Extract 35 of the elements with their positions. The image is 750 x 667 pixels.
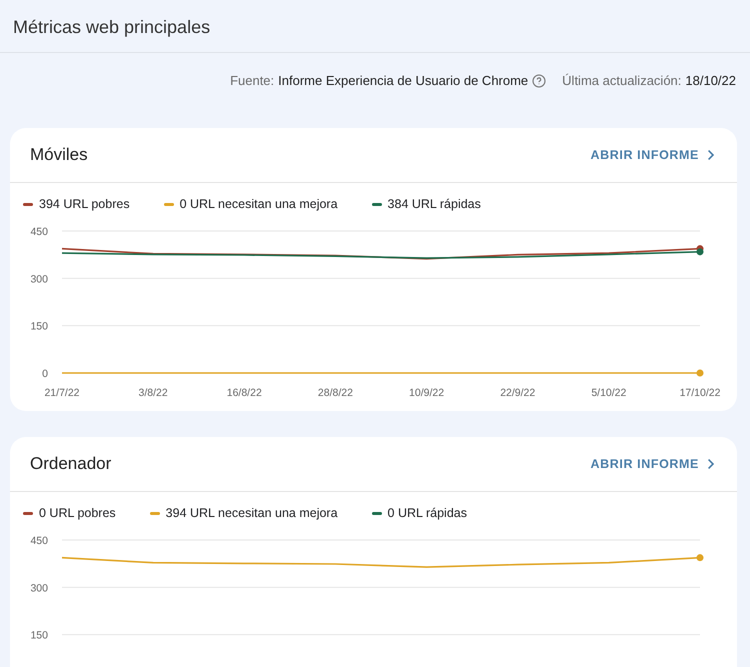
open-report-link[interactable]: ABRIR INFORME [590,457,715,471]
data-point [696,554,704,562]
card-title: Móviles [30,145,88,165]
legend-label: 0 URL pobres [39,506,116,520]
axis-label: 22/9/22 [500,387,536,399]
legend-label: 0 URL rápidas [388,506,467,520]
legend-label: 384 URL rápidas [388,197,481,211]
axis-label: 0 [42,368,48,380]
open-report-link[interactable]: ABRIR INFORME [590,148,715,162]
source-value: Informe Experiencia de Usuario de Chrome [278,73,528,88]
axis-label: 3/8/22 [138,387,168,399]
axis-label: 450 [30,535,48,547]
axis-label: 300 [30,582,48,594]
update-value: 18/10/22 [685,73,736,88]
update-label: Última actualización: [562,73,682,88]
legend-label: 394 URL necesitan una mejora [166,506,338,520]
card-title: Ordenador [30,454,112,474]
axis-label: 300 [30,273,48,286]
legend-label: 394 URL pobres [39,197,130,211]
axis-label: 5/10/22 [591,387,626,399]
help-icon[interactable] [532,74,546,88]
legend-label: 0 URL necesitan una mejora [180,197,338,211]
axis-label: 10/9/22 [409,387,444,399]
data-point [696,370,704,376]
chevron-icon [707,458,715,470]
axis-label: 150 [30,630,48,642]
axis-label: 150 [30,320,48,333]
axis-label: 28/8/22 [318,387,353,399]
source-label: Fuente: [230,73,274,88]
axis-label: 17/10/22 [680,387,720,399]
page-title: Métricas web principales [13,17,212,38]
axis-label: 21/7/22 [44,387,80,399]
axis-label: 16/8/22 [226,387,262,399]
chevron-icon [707,149,715,161]
axis-label: 450 [30,226,48,238]
